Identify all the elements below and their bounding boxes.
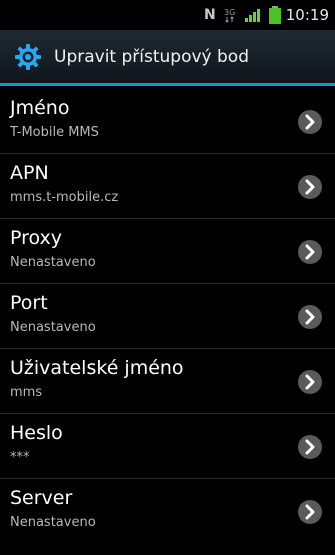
- gear-icon[interactable]: [14, 43, 42, 71]
- item-title: Heslo: [10, 422, 63, 444]
- item-value: Nenastaveno: [10, 320, 96, 335]
- apn-settings-list: Jméno T-Mobile MMS APN mms.t-mobile.cz P…: [0, 89, 335, 544]
- item-title: Jméno: [10, 97, 70, 119]
- status-bar: N 3G 10:19: [0, 0, 335, 30]
- item-value: Nenastaveno: [10, 515, 96, 530]
- item-value: Nenastaveno: [10, 255, 96, 270]
- item-title: Uživatelské jméno: [10, 357, 184, 379]
- item-title: Proxy: [10, 227, 63, 249]
- list-item-password[interactable]: Heslo ***: [0, 414, 335, 479]
- chevron-right-icon: [298, 110, 322, 134]
- item-value: ***: [10, 450, 30, 465]
- network-type-icon: 3G: [224, 5, 236, 25]
- item-title: Port: [10, 292, 48, 314]
- list-item-username[interactable]: Uživatelské jméno mms: [0, 349, 335, 414]
- item-value: T-Mobile MMS: [10, 125, 99, 140]
- list-item-port[interactable]: Port Nenastaveno: [0, 284, 335, 349]
- chevron-right-icon: [298, 240, 322, 264]
- page-title: Upravit přístupový bod: [54, 46, 249, 67]
- signal-icon: [244, 5, 260, 25]
- nfc-icon: N: [204, 7, 216, 23]
- svg-text:3G: 3G: [224, 8, 235, 17]
- item-value: mms.t-mobile.cz: [10, 190, 119, 205]
- chevron-right-icon: [298, 175, 322, 199]
- item-value: mms: [10, 385, 43, 400]
- list-item-name[interactable]: Jméno T-Mobile MMS: [0, 89, 335, 154]
- chevron-right-icon: [298, 305, 322, 329]
- list-item-proxy[interactable]: Proxy Nenastaveno: [0, 219, 335, 284]
- battery-icon: [268, 5, 282, 25]
- action-bar: Upravit přístupový bod: [0, 30, 335, 86]
- clock: 10:19: [285, 6, 329, 24]
- chevron-right-icon: [298, 370, 322, 394]
- item-title: APN: [10, 162, 49, 184]
- item-title: Server: [10, 487, 73, 509]
- chevron-right-icon: [298, 435, 322, 459]
- list-item-apn[interactable]: APN mms.t-mobile.cz: [0, 154, 335, 219]
- chevron-right-icon: [298, 500, 322, 524]
- list-item-server[interactable]: Server Nenastaveno: [0, 479, 335, 544]
